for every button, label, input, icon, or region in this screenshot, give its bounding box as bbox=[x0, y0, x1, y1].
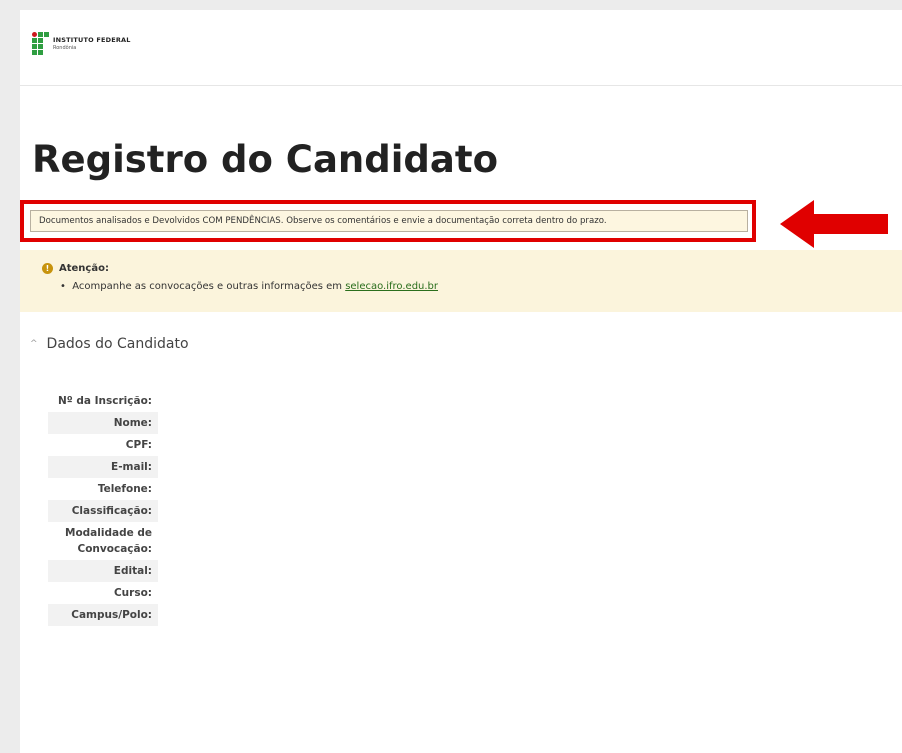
field-label-inscricao: Nº da Inscrição: bbox=[58, 395, 152, 407]
page-container: INSTITUTO FEDERAL Rondônia Registro do C… bbox=[20, 10, 902, 753]
candidate-data-table: Nº da Inscrição: Nome: CPF: E-mail: Tele… bbox=[48, 390, 158, 626]
attention-item-text: Acompanhe as convocações e outras inform… bbox=[72, 281, 346, 292]
warning-icon: ! bbox=[42, 263, 53, 274]
red-arrow-icon bbox=[780, 200, 888, 248]
field-label-nome: Nome: bbox=[48, 412, 158, 434]
field-label-campus: Campus/Polo: bbox=[48, 604, 158, 626]
logo-mark-icon bbox=[32, 32, 49, 55]
page-title: Registro do Candidato bbox=[32, 138, 498, 181]
field-label-email: E-mail: bbox=[48, 456, 158, 478]
table-row: Nome: bbox=[48, 412, 158, 434]
table-row: E-mail: bbox=[48, 456, 158, 478]
table-row: CPF: bbox=[48, 434, 158, 456]
logo-sub-text: Rondônia bbox=[53, 44, 77, 51]
field-label-modalidade: Modalidade de Convocação: bbox=[65, 527, 152, 555]
attention-item: • Acompanhe as convocações e outras info… bbox=[60, 281, 438, 292]
field-label-telefone: Telefone: bbox=[97, 483, 152, 495]
table-row: Edital: bbox=[48, 560, 158, 582]
table-row: Campus/Polo: bbox=[48, 604, 158, 626]
status-highlight-box: Documentos analisados e Devolvidos COM P… bbox=[20, 200, 756, 242]
section-title: Dados do Candidato bbox=[46, 336, 189, 352]
table-row: Classificação: bbox=[48, 500, 158, 522]
field-label-cpf: CPF: bbox=[125, 439, 152, 451]
table-row: Modalidade de Convocação: bbox=[48, 522, 158, 560]
field-label-curso: Curso: bbox=[113, 587, 152, 599]
field-label-edital: Edital: bbox=[48, 560, 158, 582]
table-row: Telefone: bbox=[48, 478, 158, 500]
selecao-link[interactable]: selecao.ifro.edu.br bbox=[345, 281, 438, 292]
attention-notice: ! Atenção: • Acompanhe as convocações e … bbox=[20, 250, 902, 312]
status-message: Documentos analisados e Devolvidos COM P… bbox=[30, 210, 748, 232]
table-row: Curso: bbox=[48, 582, 158, 604]
table-row: Nº da Inscrição: bbox=[48, 390, 158, 412]
header-divider bbox=[20, 85, 902, 86]
field-label-classificacao: Classificação: bbox=[48, 500, 158, 522]
institution-logo[interactable]: INSTITUTO FEDERAL Rondônia bbox=[32, 32, 131, 55]
bullet-icon: • bbox=[60, 281, 73, 292]
attention-title: Atenção: bbox=[59, 263, 109, 274]
section-toggle-dados-candidato[interactable]: ^ Dados do Candidato bbox=[30, 336, 189, 352]
chevron-up-icon: ^ bbox=[30, 339, 38, 349]
logo-main-text: INSTITUTO FEDERAL bbox=[53, 35, 131, 44]
